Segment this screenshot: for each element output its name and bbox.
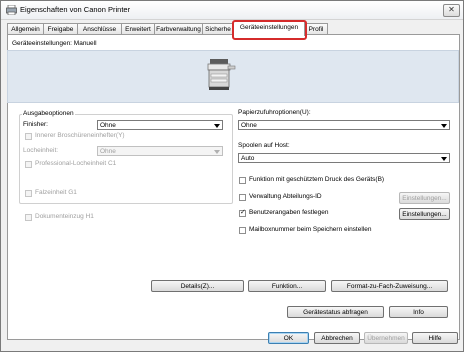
device-settings-label: Geräteeinstellungen: Manuell	[12, 40, 97, 47]
output-options-label: Ausgabeoptionen	[22, 110, 75, 117]
details-button[interactable]: Details(Z)...	[151, 280, 244, 292]
chevron-down-icon	[214, 124, 220, 128]
printer-icon	[6, 5, 17, 15]
puncher-select[interactable]: Ohne	[97, 146, 223, 156]
doc-feeder-checkbox[interactable]	[25, 214, 32, 221]
chevron-down-icon	[441, 124, 447, 128]
apply-button[interactable]: Übernehmen	[364, 332, 408, 344]
copier-icon	[207, 59, 236, 90]
chevron-down-icon	[441, 157, 447, 161]
dept-id-settings-button[interactable]: Einstellungen...	[399, 192, 450, 204]
doc-feeder-label: Dokumenteinzug H1	[35, 213, 94, 220]
window-title: Eigenschaften von Canon Printer	[20, 5, 131, 14]
paper-feed-select[interactable]: Ohne	[238, 120, 450, 130]
puncher-label: Locheinheit:	[23, 147, 59, 154]
folding-unit-checkbox[interactable]	[25, 190, 32, 197]
spool-select[interactable]: Auto	[238, 153, 450, 163]
cancel-button[interactable]: Abbrechen	[314, 332, 360, 344]
booklet-checkbox[interactable]	[25, 133, 32, 140]
spool-label: Spoolen auf Host:	[238, 142, 290, 149]
close-icon: ✕	[448, 5, 455, 14]
printer-properties-window: Eigenschaften von Canon Printer ✕ Allgem…	[0, 0, 464, 352]
ok-button[interactable]: OK	[268, 332, 309, 344]
prof-puncher-label: Professional-Locheinheit C1	[35, 160, 117, 167]
paper-feed-label: Papierzufuhroptionen(U):	[238, 109, 311, 116]
info-button[interactable]: Info	[389, 306, 448, 318]
secure-print-label: Funktion mit geschütztem Druck des Gerät…	[249, 176, 385, 183]
mailbox-checkbox[interactable]	[239, 227, 246, 234]
dept-id-checkbox[interactable]	[239, 194, 246, 201]
query-status-button[interactable]: Gerätestatus abfragen	[287, 306, 384, 318]
user-info-label: Benutzerangaben festlegen	[249, 209, 329, 216]
booklet-label: Innerer Broschüreneinhefter(Y)	[35, 132, 125, 139]
folding-unit-label: Falzeinheit G1	[35, 189, 77, 196]
dept-id-label: Verwaltung Abteilungs-ID	[249, 193, 322, 200]
check-icon: ✓	[240, 209, 246, 216]
secure-print-checkbox[interactable]	[239, 177, 246, 184]
user-info-checkbox[interactable]: ✓	[239, 209, 246, 217]
finisher-select[interactable]: Ohne	[97, 120, 223, 130]
device-preview	[7, 50, 459, 103]
close-button[interactable]: ✕	[443, 4, 460, 17]
help-button[interactable]: Hilfe	[412, 332, 458, 344]
prof-puncher-checkbox[interactable]	[25, 161, 32, 168]
mailbox-label: Mailboxnummer beim Speichern einstellen	[249, 226, 372, 233]
user-info-settings-button[interactable]: Einstellungen...	[399, 208, 450, 220]
title-bar: Eigenschaften von Canon Printer ✕	[1, 1, 463, 20]
format-mapping-button[interactable]: Format-zu-Fach-Zuweisung...	[331, 280, 448, 292]
chevron-down-icon	[214, 150, 220, 154]
tab-geraeteeinstellungen[interactable]: Geräteeinstellungen	[233, 21, 305, 36]
finisher-label: Finisher:	[23, 121, 48, 128]
function-button[interactable]: Funktion...	[248, 280, 326, 292]
